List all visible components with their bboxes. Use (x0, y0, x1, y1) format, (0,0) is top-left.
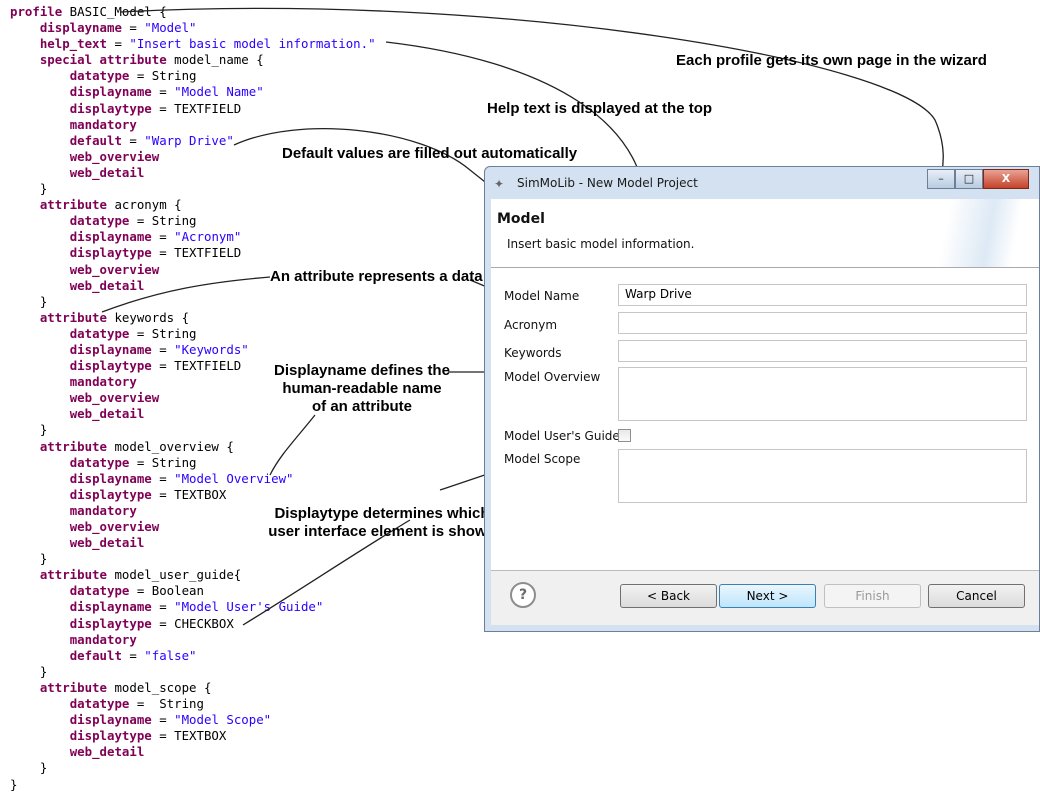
cancel-button[interactable]: Cancel (928, 584, 1025, 608)
annotation-displaytype: Displaytype determines which user interf… (262, 505, 502, 541)
acronym-label: Acronym (504, 318, 558, 332)
annotation-displayname-line: of an attribute (312, 398, 412, 415)
arrow-attribute-source (101, 276, 271, 313)
keywords-label: Keywords (504, 346, 562, 360)
annotation-displaytype-line: Displaytype determines which (274, 505, 490, 522)
keywords-field[interactable] (618, 340, 1027, 362)
user-guide-label: Model User's Guide (504, 429, 620, 443)
finish-button[interactable]: Finish (824, 584, 921, 608)
annotation-help-text: Help text is displayed at the top (487, 100, 713, 117)
next-button[interactable]: Next > (719, 584, 816, 608)
arrow-displayname-source (269, 414, 316, 476)
acronym-field[interactable] (618, 312, 1027, 334)
wizard-window: ✦ SimMoLib - New Model Project – □ X Mod… (484, 166, 1040, 632)
model-scope-label: Model Scope (504, 452, 581, 466)
minimize-button[interactable]: – (927, 169, 955, 189)
annotation-default-values: Default values are filled out automatica… (282, 145, 578, 162)
wizard-body: Model Insert basic model information. Mo… (491, 199, 1039, 625)
maximize-button[interactable]: □ (955, 169, 983, 189)
wizard-page-header: Model Insert basic model information. (491, 199, 1039, 268)
annotation-attribute: An attribute represents a data field (270, 268, 518, 285)
page-help-text: Insert basic model information. (507, 237, 695, 251)
help-button[interactable]: ? (510, 582, 536, 608)
model-name-field[interactable]: Warp Drive (618, 284, 1027, 306)
model-scope-textbox[interactable] (618, 449, 1027, 503)
model-form: Model Name Warp Drive Acronym Keywords M… (491, 268, 1039, 571)
annotation-displayname-line: Displayname defines the (274, 362, 450, 379)
model-name-label: Model Name (504, 289, 580, 303)
window-controls: – □ X (927, 169, 1029, 189)
model-overview-label: Model Overview (504, 370, 601, 384)
user-guide-checkbox[interactable] (618, 429, 631, 442)
annotation-displayname: Displayname defines the human-readable n… (262, 362, 462, 416)
app-icon: ✦ (494, 177, 505, 191)
page-title: Model (497, 211, 545, 227)
window-title: SimMoLib - New Model Project (517, 176, 698, 190)
close-button[interactable]: X (983, 169, 1029, 189)
annotation-displayname-line: human-readable name (282, 380, 442, 397)
annotation-profile-page: Each profile gets its own page in the wi… (676, 52, 987, 69)
model-overview-textbox[interactable] (618, 367, 1027, 421)
window-titlebar[interactable]: ✦ SimMoLib - New Model Project – □ X (485, 167, 1039, 199)
annotation-displaytype-line: user interface element is shown (268, 523, 496, 540)
back-button[interactable]: < Back (620, 584, 717, 608)
